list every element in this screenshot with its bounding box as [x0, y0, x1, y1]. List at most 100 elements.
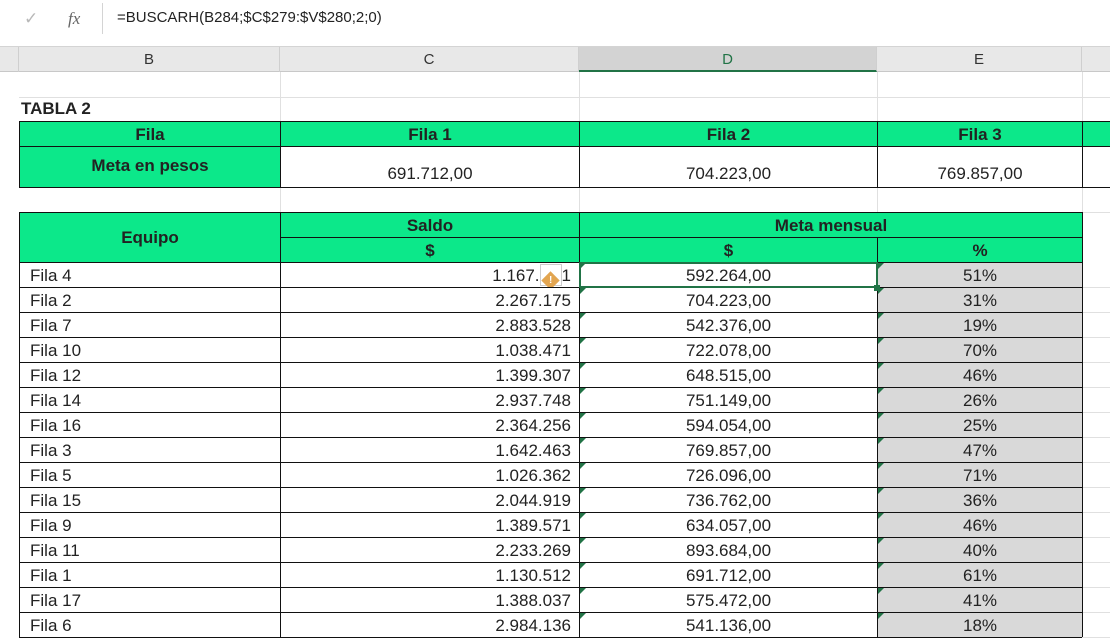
row-percent[interactable]: 51%: [877, 262, 1083, 288]
row-meta[interactable]: 893.684,00: [579, 537, 878, 563]
empty-cell[interactable]: [1082, 487, 1110, 513]
row-percent[interactable]: 47%: [877, 437, 1083, 463]
empty-cell[interactable]: [19, 187, 281, 213]
row-fila[interactable]: Fila 1: [19, 562, 281, 588]
empty-cell[interactable]: [579, 72, 878, 98]
row-meta[interactable]: 648.515,00: [579, 362, 878, 388]
row-fila[interactable]: Fila 3: [19, 437, 281, 463]
empty-cell[interactable]: [280, 72, 580, 98]
header-meta-currency[interactable]: $: [579, 237, 878, 263]
row-percent[interactable]: 71%: [877, 462, 1083, 488]
empty-cell[interactable]: [877, 72, 1083, 98]
row-meta[interactable]: 594.054,00: [579, 412, 878, 438]
row-percent[interactable]: 46%: [877, 362, 1083, 388]
row-fila[interactable]: Fila 9: [19, 512, 281, 538]
row-saldo[interactable]: 2.984.136: [280, 612, 580, 638]
column-header-f[interactable]: [1082, 47, 1110, 72]
table2-title[interactable]: TABLA 2: [19, 97, 281, 122]
row-fila[interactable]: Fila 16: [19, 412, 281, 438]
row-meta[interactable]: 704.223,00: [579, 287, 878, 313]
row-fila[interactable]: Fila 2: [19, 287, 281, 313]
row-percent[interactable]: 25%: [877, 412, 1083, 438]
empty-cell[interactable]: [19, 72, 281, 98]
empty-cell[interactable]: [1082, 612, 1110, 638]
empty-cell[interactable]: [1082, 287, 1110, 313]
row-percent[interactable]: 46%: [877, 512, 1083, 538]
meta-value-next[interactable]: [1082, 146, 1110, 188]
row-meta[interactable]: 726.096,00: [579, 462, 878, 488]
table2-header-2[interactable]: Fila 2: [579, 121, 878, 147]
formula-input[interactable]: =BUSCARH(B284;$C$279:$V$280;2;0): [117, 9, 382, 26]
row-saldo[interactable]: 1.130.512: [280, 562, 580, 588]
empty-cell[interactable]: [1082, 187, 1110, 213]
empty-cell[interactable]: [1082, 97, 1110, 122]
row-percent[interactable]: 31%: [877, 287, 1083, 313]
row-saldo[interactable]: 2.883.528: [280, 312, 580, 338]
row-saldo[interactable]: 1.389.571: [280, 512, 580, 538]
row-fila[interactable]: Fila 12: [19, 362, 281, 388]
header-saldo[interactable]: Saldo: [280, 212, 580, 238]
header-meta-mensual[interactable]: Meta mensual: [579, 212, 1083, 238]
select-all-corner[interactable]: [0, 47, 19, 72]
meta-value-2[interactable]: 704.223,00: [579, 146, 878, 188]
row-meta[interactable]: 722.078,00: [579, 337, 878, 363]
row-fila[interactable]: Fila 5: [19, 462, 281, 488]
empty-cell[interactable]: [1082, 387, 1110, 413]
row-saldo[interactable]: 2.233.269: [280, 537, 580, 563]
row-fila[interactable]: Fila 17: [19, 587, 281, 613]
header-percent[interactable]: %: [877, 237, 1083, 263]
row-saldo[interactable]: 1.399.307: [280, 362, 580, 388]
row-percent[interactable]: 36%: [877, 487, 1083, 513]
row-saldo[interactable]: 1.642.463: [280, 437, 580, 463]
empty-cell[interactable]: [1082, 562, 1110, 588]
fill-handle[interactable]: [874, 285, 880, 291]
row-percent[interactable]: 19%: [877, 312, 1083, 338]
empty-cell[interactable]: [579, 187, 878, 213]
column-header-c[interactable]: C: [280, 47, 579, 72]
row-meta[interactable]: 769.857,00: [579, 437, 878, 463]
row-meta[interactable]: 751.149,00: [579, 387, 878, 413]
row-percent[interactable]: 40%: [877, 537, 1083, 563]
row-fila[interactable]: Fila 14: [19, 387, 281, 413]
row-saldo[interactable]: 2.937.748: [280, 387, 580, 413]
column-header-b[interactable]: B: [19, 47, 280, 72]
empty-cell[interactable]: [1082, 412, 1110, 438]
column-header-d[interactable]: D: [579, 47, 877, 72]
empty-cell[interactable]: [1082, 587, 1110, 613]
error-warning-icon[interactable]: !: [539, 263, 562, 287]
row-meta[interactable]: 592.264,00: [579, 262, 878, 288]
row-percent[interactable]: 41%: [877, 587, 1083, 613]
empty-cell[interactable]: [1082, 312, 1110, 338]
table2-header-3[interactable]: Fila 3: [877, 121, 1083, 147]
row-meta[interactable]: 736.762,00: [579, 487, 878, 513]
column-header-e[interactable]: E: [877, 47, 1082, 72]
empty-cell[interactable]: [877, 97, 1083, 122]
empty-cell[interactable]: [1082, 537, 1110, 563]
empty-cell[interactable]: [1082, 362, 1110, 388]
fx-icon[interactable]: fx: [68, 9, 80, 29]
meta-label[interactable]: Meta en pesos: [19, 146, 281, 188]
empty-cell[interactable]: [1082, 262, 1110, 288]
row-fila[interactable]: Fila 6: [19, 612, 281, 638]
row-saldo[interactable]: 1.038.471: [280, 337, 580, 363]
empty-cell[interactable]: [1082, 462, 1110, 488]
header-equipo[interactable]: Equipo: [19, 212, 281, 263]
empty-cell[interactable]: [579, 97, 878, 122]
row-meta[interactable]: 575.472,00: [579, 587, 878, 613]
row-saldo[interactable]: 2.267.175: [280, 287, 580, 313]
checkmark-icon[interactable]: ✓: [24, 9, 38, 29]
row-percent[interactable]: 18%: [877, 612, 1083, 638]
row-percent[interactable]: 26%: [877, 387, 1083, 413]
row-fila[interactable]: Fila 7: [19, 312, 281, 338]
row-saldo[interactable]: 1.388.037: [280, 587, 580, 613]
empty-cell[interactable]: [280, 187, 580, 213]
row-meta[interactable]: 542.376,00: [579, 312, 878, 338]
row-saldo[interactable]: 1.167.! 1: [280, 262, 580, 288]
row-saldo[interactable]: 2.044.919: [280, 487, 580, 513]
empty-cell[interactable]: [1082, 72, 1110, 98]
empty-cell[interactable]: [1082, 337, 1110, 363]
meta-value-1[interactable]: 691.712,00: [280, 146, 580, 188]
row-meta[interactable]: 634.057,00: [579, 512, 878, 538]
empty-cell[interactable]: [280, 97, 580, 122]
row-fila[interactable]: Fila 10: [19, 337, 281, 363]
